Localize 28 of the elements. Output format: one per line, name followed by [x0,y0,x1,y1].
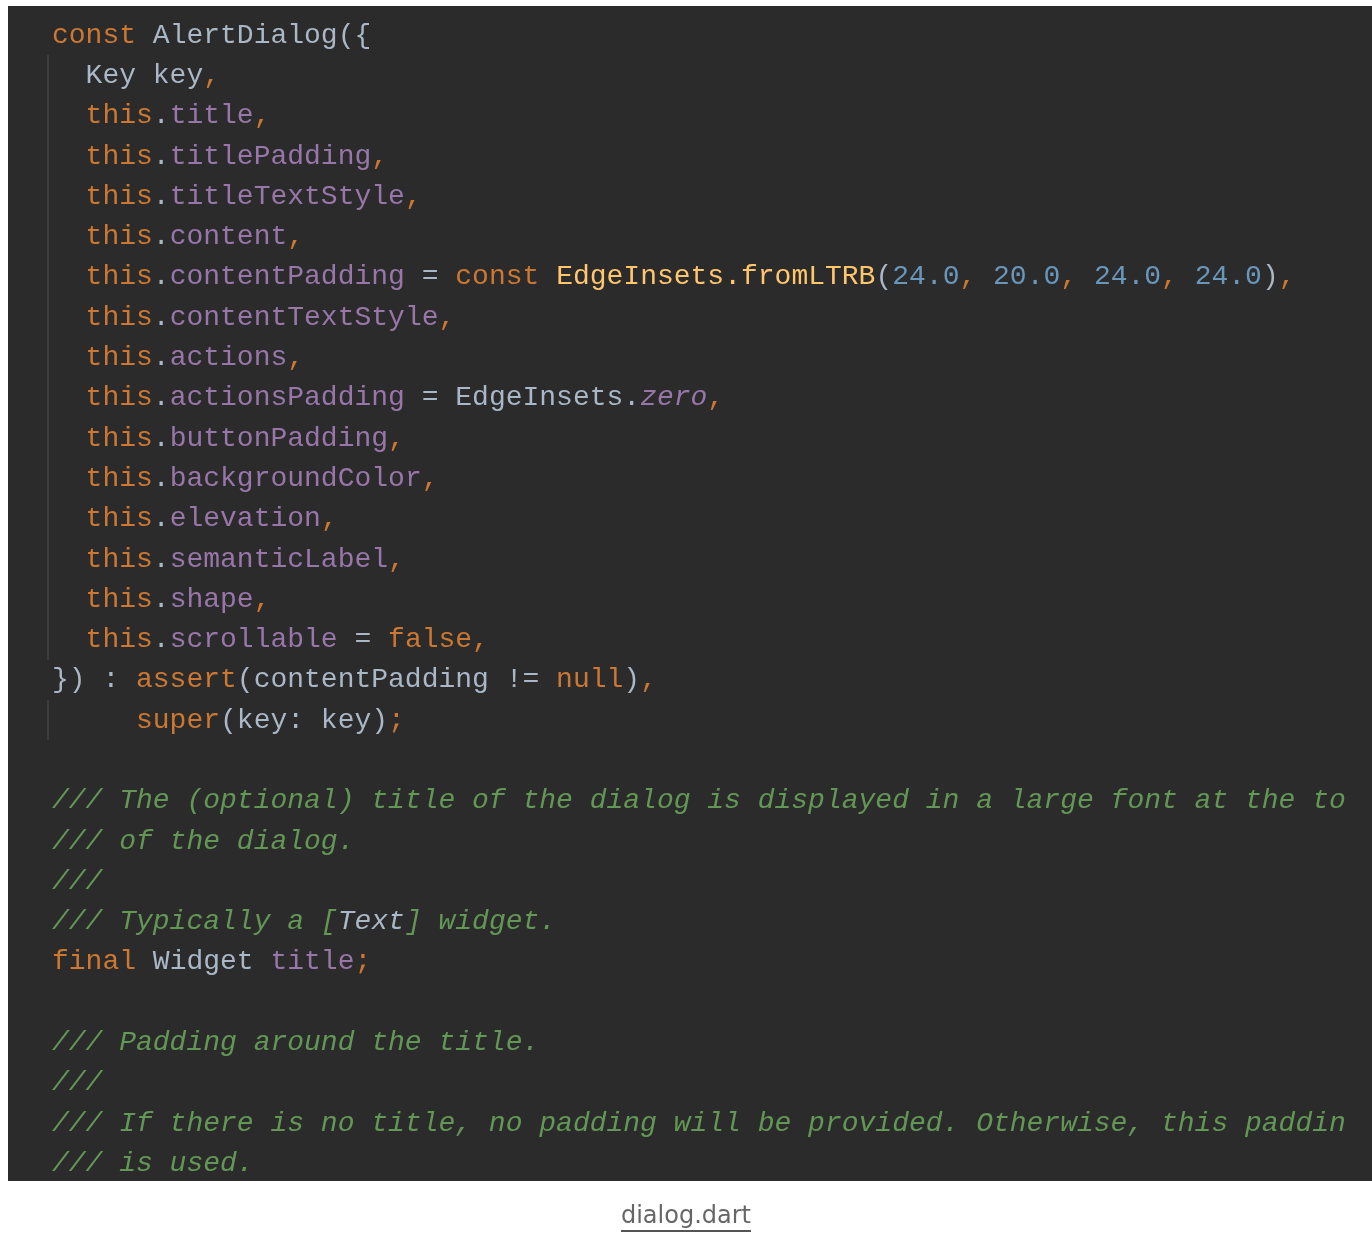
code-comment: /// is used. [52,1147,254,1179]
code-comment: /// [52,1067,103,1099]
code-line: this.titlePadding, [84,140,389,172]
code-line: this.backgroundColor, [84,462,439,494]
code-line: final Widget title; [52,946,372,978]
code-comment: /// [52,865,103,897]
code-line: this.actions, [84,342,305,373]
file-link[interactable]: dialog.dart [620,1201,751,1232]
code-line: this.shape, [84,583,271,615]
code-comment: /// Typically a [Text] widget. [52,906,557,938]
code-line: this.content, [84,221,305,253]
code-line: this.semanticLabel, [84,543,405,575]
code-line: }) : assert(contentPadding != null), [52,664,657,696]
code-line: super(key: key); [135,704,405,736]
code-comment: /// Padding around the title. [52,1027,540,1059]
code-line: this.titleTextStyle, [84,180,422,212]
code-comment: /// If there is no title, no padding will be provided. Otherwise, this paddin [52,1107,1346,1139]
code-comment: /// of the dialog. [52,825,355,857]
code-line: this.contentTextStyle, [84,301,456,333]
code-line: this.contentPadding = const EdgeInsets.fromLTRB(24.0, 20.0, 24.0, 24.0), [84,261,1296,293]
code-comment: /// The (optional) title of the dialog is displayed in a large font at the to [52,785,1346,817]
code-line: Key key, [84,59,221,91]
code-line: this.buttonPadding, [84,422,405,454]
code-line: const AlertDialog({ [52,19,372,51]
code-line: this.scrollable = false, [84,624,489,656]
code-line: this.actionsPadding = EdgeInsets.zero, [84,382,725,414]
code-line: this.elevation, [84,503,338,535]
code-line: this.title, [84,100,271,132]
